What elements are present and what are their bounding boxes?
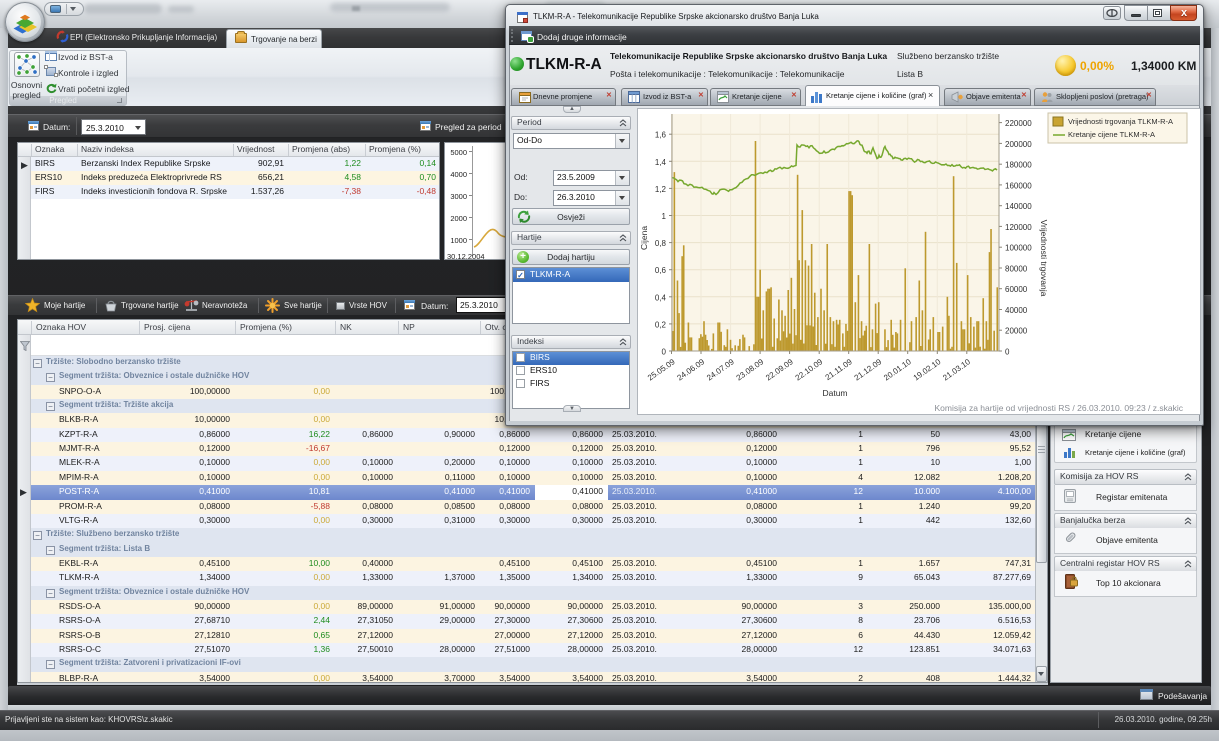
svg-text:140000: 140000	[1005, 202, 1032, 211]
svg-text:200000: 200000	[1005, 140, 1032, 149]
svg-text:22.10.09: 22.10.09	[794, 357, 825, 383]
svg-text:20000: 20000	[1005, 327, 1028, 336]
svg-text:120000: 120000	[1005, 223, 1032, 232]
svg-text:180000: 180000	[1005, 161, 1032, 170]
svg-text:24.07.09: 24.07.09	[705, 357, 736, 383]
svg-text:21.12.09: 21.12.09	[853, 357, 884, 383]
svg-text:19.02.10: 19.02.10	[912, 357, 943, 383]
svg-text:23.08.09: 23.08.09	[735, 357, 766, 383]
svg-text:21.03.10: 21.03.10	[941, 357, 972, 383]
svg-text:Vrijednosti trgovanja TLKM-R-A: Vrijednosti trgovanja TLKM-R-A	[1068, 117, 1173, 126]
svg-text:60000: 60000	[1005, 285, 1028, 294]
svg-text:Komisija za hartije od vrijedn: Komisija za hartije od vrijednosti RS / …	[934, 403, 1183, 413]
svg-text:0,2: 0,2	[655, 320, 667, 329]
svg-text:0,6: 0,6	[655, 266, 667, 275]
svg-text:0: 0	[662, 348, 667, 357]
svg-text:160000: 160000	[1005, 181, 1032, 190]
svg-text:Datum: Datum	[822, 388, 847, 398]
svg-text:100000: 100000	[1005, 244, 1032, 253]
svg-text:Kretanje cijene TLKM-R-A: Kretanje cijene TLKM-R-A	[1068, 130, 1155, 139]
svg-text:24.06.09: 24.06.09	[675, 357, 706, 383]
svg-text:1,2: 1,2	[655, 185, 667, 194]
svg-text:0,4: 0,4	[655, 293, 667, 302]
svg-text:Vrijednosti trgovanja: Vrijednosti trgovanja	[1039, 220, 1049, 297]
svg-text:1: 1	[662, 212, 667, 221]
svg-text:0: 0	[1005, 348, 1010, 357]
svg-text:40000: 40000	[1005, 306, 1028, 315]
svg-text:20.01.10: 20.01.10	[882, 357, 913, 383]
svg-text:21.11.09: 21.11.09	[824, 357, 855, 382]
svg-text:1,4: 1,4	[655, 158, 667, 167]
svg-text:25.05.09: 25.05.09	[646, 357, 677, 383]
svg-text:80000: 80000	[1005, 265, 1028, 274]
svg-text:1,6: 1,6	[655, 131, 667, 140]
svg-text:Cijena: Cijena	[639, 226, 649, 250]
svg-text:0,8: 0,8	[655, 239, 667, 248]
svg-text:22.09.09: 22.09.09	[764, 357, 795, 383]
svg-text:220000: 220000	[1005, 119, 1032, 128]
